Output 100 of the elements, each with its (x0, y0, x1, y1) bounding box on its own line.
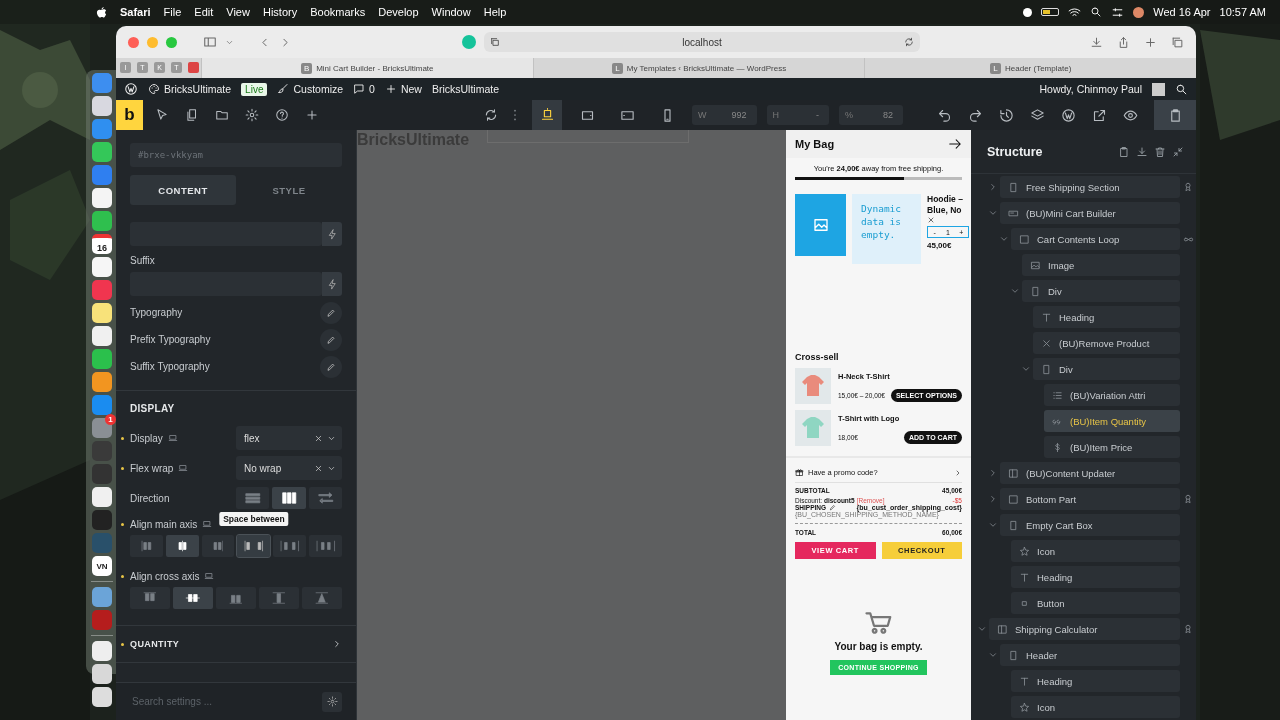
menu-item[interactable]: Develop (378, 6, 419, 18)
tree-item[interactable]: (BU)Variation Attri (1044, 384, 1180, 406)
search-icon[interactable] (1175, 82, 1188, 96)
app-icon[interactable] (92, 303, 112, 323)
apple-icon[interactable] (96, 6, 107, 18)
wifi-icon[interactable] (1068, 5, 1082, 19)
select-field[interactable]: No wrap (236, 456, 342, 480)
app-icon[interactable] (92, 487, 112, 507)
height-field[interactable]: H - (766, 105, 829, 125)
settings-button[interactable] (322, 691, 342, 712)
tree-item[interactable]: (BU)Item Price (1044, 436, 1180, 458)
edit-button[interactable] (320, 328, 342, 351)
app-icon[interactable] (92, 188, 112, 208)
width-field[interactable]: W 992 (692, 105, 757, 125)
circle-logo-icon[interactable] (1061, 107, 1076, 123)
app-icon[interactable] (92, 664, 112, 684)
battery-icon[interactable] (1041, 8, 1060, 16)
history-icon[interactable] (999, 107, 1014, 123)
tree-item[interactable]: (BU)Remove Product (1033, 332, 1180, 354)
menu-item[interactable]: View (226, 6, 250, 18)
section-header[interactable]: QUANTITY (130, 639, 332, 649)
external-link-icon[interactable] (1092, 107, 1107, 123)
tree-item[interactable]: Empty Cart Box (1000, 514, 1180, 536)
id-field[interactable]: #brxe-vkkyam (130, 143, 342, 167)
tree-item[interactable]: (BU)Content Updater (1000, 462, 1180, 484)
user-icon[interactable] (1133, 6, 1145, 18)
tree-item[interactable]: Bottom Part (1000, 488, 1180, 510)
option-button[interactable] (272, 487, 306, 509)
menu-item[interactable]: Window (431, 6, 471, 18)
pages-icon[interactable] (185, 108, 199, 122)
app-icon[interactable] (92, 641, 112, 661)
toggles-icon[interactable] (1111, 5, 1125, 19)
download-icon[interactable] (1090, 35, 1103, 49)
arrow-right-icon[interactable] (948, 137, 962, 151)
lightning-icon[interactable] (326, 278, 338, 290)
select-field[interactable]: flex (236, 426, 342, 450)
app-icon[interactable]: VN (92, 556, 112, 576)
plus-icon[interactable] (1144, 35, 1157, 49)
menu-item[interactable]: History (262, 6, 298, 18)
avatar[interactable] (1152, 82, 1165, 96)
menu-item[interactable]: Bookmarks (310, 6, 366, 18)
edit-link[interactable]: BricksUltimate (431, 83, 499, 95)
tree-item[interactable]: Cart Contents Loop (1011, 228, 1180, 250)
calendar-icon[interactable]: 16 (92, 234, 112, 254)
zoom-field[interactable]: % 82 (839, 105, 903, 125)
tree-item[interactable]: (BU)Item Quantity (1044, 410, 1180, 432)
chevron-right-icon[interactable] (988, 494, 998, 504)
option-button[interactable] (173, 587, 213, 609)
panel-tab[interactable]: CONTENT (130, 175, 236, 205)
lightning-icon[interactable] (326, 228, 338, 240)
menubar-time[interactable]: 10:57 AM (1219, 6, 1266, 18)
refresh-icon[interactable] (484, 108, 498, 122)
comments-link[interactable]: 0 (353, 83, 375, 95)
trash-icon[interactable] (1154, 145, 1166, 158)
menu-item[interactable]: Edit (194, 6, 214, 18)
share-icon[interactable] (1117, 35, 1130, 49)
help-icon[interactable] (275, 108, 289, 122)
search-field[interactable]: Search settings ... (130, 695, 316, 708)
tree-item[interactable]: (BU)Mini Cart Builder (1000, 202, 1180, 224)
chevron-down-icon[interactable] (1021, 364, 1031, 374)
browser-tab[interactable]: B Mini Cart Builder - BricksUltimate (201, 58, 533, 78)
builder-logo[interactable]: b (116, 100, 143, 130)
chevron-right-icon[interactable] (988, 468, 998, 478)
redo-icon[interactable] (968, 107, 983, 123)
option-button[interactable] (237, 535, 271, 557)
app-icon[interactable] (92, 96, 112, 116)
tree-item[interactable]: Image (1022, 254, 1180, 276)
tree-item[interactable]: Div (1033, 358, 1180, 380)
close-icon[interactable] (927, 216, 935, 224)
chevron-down-icon[interactable] (977, 624, 987, 634)
menu-item[interactable]: Help (483, 6, 507, 18)
tabs-icon[interactable] (1171, 35, 1184, 49)
collapse-icon[interactable] (1172, 145, 1184, 158)
chevron-down-icon[interactable] (988, 650, 998, 660)
menu-item[interactable]: File (163, 6, 182, 18)
tree-item[interactable]: Icon (1011, 696, 1180, 718)
tree-item[interactable]: Shipping Calculator (989, 618, 1180, 640)
tree-item[interactable]: Div (1022, 280, 1180, 302)
chevron-right-icon[interactable] (332, 639, 342, 649)
edit-button[interactable] (320, 355, 342, 378)
record-icon[interactable] (1023, 7, 1033, 17)
tree-item[interactable]: Heading (1033, 306, 1180, 328)
clipboard-icon[interactable] (1118, 145, 1130, 158)
app-icon[interactable] (92, 257, 112, 277)
option-button[interactable] (165, 535, 199, 557)
chevron-down-icon[interactable] (999, 234, 1009, 244)
search-icon[interactable] (1090, 6, 1103, 18)
menu-item[interactable]: Safari (120, 6, 151, 18)
chevron-down-icon[interactable] (988, 520, 998, 530)
chevron-down-icon[interactable] (1010, 286, 1020, 296)
layers-icon[interactable] (1030, 107, 1045, 123)
chevron-right-icon[interactable] (988, 182, 998, 192)
folder-icon[interactable] (215, 108, 229, 122)
sidebar-icon[interactable] (203, 35, 217, 49)
download-icon[interactable] (1136, 145, 1148, 158)
plus-icon[interactable] (305, 108, 319, 122)
settings-icon[interactable] (245, 108, 259, 122)
refresh-icon[interactable] (904, 37, 914, 47)
undo-icon[interactable] (937, 107, 952, 123)
breakpoint-button[interactable] (532, 100, 562, 130)
